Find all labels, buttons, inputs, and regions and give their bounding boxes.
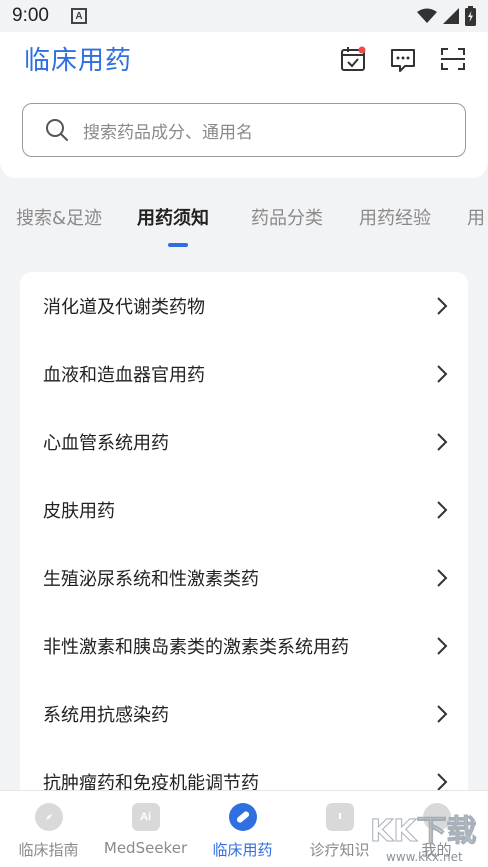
watermark-text: KK下载	[370, 814, 477, 849]
wifi-icon	[417, 8, 437, 23]
scan-icon[interactable]	[438, 44, 468, 74]
search-icon	[46, 119, 68, 141]
message-icon[interactable]	[388, 44, 418, 74]
header: 临床用药 搜索药品成分、通用名	[0, 32, 488, 178]
nav-label: MedSeeker	[103, 839, 188, 857]
status-bar: 9:00 A	[0, 0, 488, 32]
list-item-label: 消化道及代谢类药物	[43, 297, 205, 318]
list-item-label: 心血管系统用药	[43, 433, 169, 454]
chevron-right-icon	[437, 637, 448, 655]
list-item-label: 系统用抗感染药	[43, 705, 169, 726]
nav-medseeker[interactable]: Ai MedSeeker	[97, 791, 194, 867]
nav-label: 临床指南	[18, 841, 79, 859]
cell-signal-icon	[443, 8, 459, 24]
list-item[interactable]: 系统用抗感染药	[20, 680, 468, 748]
category-tabs: 搜索&足迹 用药须知 药品分类 用药经验 用	[0, 192, 488, 252]
status-time: 9:00	[12, 5, 49, 26]
notification-a-icon: A	[70, 8, 87, 24]
list-item[interactable]: 皮肤用药	[20, 476, 468, 544]
tab-more[interactable]: 用	[467, 204, 485, 230]
nav-label: 临床用药	[212, 841, 273, 859]
search-placeholder: 搜索药品成分、通用名	[83, 122, 253, 143]
list-item-label: 非性激素和胰岛素类的激素类系统用药	[43, 637, 349, 658]
list-item[interactable]: 血液和造血器官用药	[20, 340, 468, 408]
watermark-url: www.kkx.net	[386, 850, 463, 864]
chevron-right-icon	[437, 365, 448, 383]
app-logo: 临床用药	[24, 46, 133, 76]
list-item[interactable]: 非性激素和胰岛素类的激素类系统用药	[20, 612, 468, 680]
chevron-right-icon	[437, 433, 448, 451]
kkx-watermark-logo: KK下载 www.kkx.net	[370, 814, 478, 865]
tab-medication-notes[interactable]: 用药须知	[137, 204, 209, 230]
nav-clinical-medication[interactable]: 临床用药	[194, 791, 291, 867]
search-input[interactable]: 搜索药品成分、通用名	[22, 103, 466, 157]
tab-drug-classification[interactable]: 药品分类	[251, 204, 323, 230]
chevron-right-icon	[437, 297, 448, 315]
battery-icon	[465, 6, 476, 26]
book-icon	[325, 803, 354, 831]
ai-icon: Ai	[131, 803, 160, 831]
list-item[interactable]: 消化道及代谢类药物	[20, 272, 468, 340]
list-item[interactable]: 心血管系统用药	[20, 408, 468, 476]
calendar-check-icon[interactable]	[338, 44, 368, 74]
list-item-label: 皮肤用药	[43, 501, 115, 522]
list-item-label: 生殖泌尿系统和性激素类药	[43, 569, 259, 590]
chevron-right-icon	[437, 501, 448, 519]
category-list: 消化道及代谢类药物 血液和造血器官用药 心血管系统用药 皮肤用药 生殖泌尿系统和…	[20, 272, 468, 812]
status-icons	[417, 6, 476, 26]
chevron-right-icon	[437, 773, 448, 791]
list-item[interactable]: 生殖泌尿系统和性激素类药	[20, 544, 468, 612]
active-tab-indicator	[168, 243, 188, 247]
tab-medication-experience[interactable]: 用药经验	[359, 204, 431, 230]
list-item-label: 血液和造血器官用药	[43, 365, 205, 386]
nav-clinical-guide[interactable]: 临床指南	[0, 791, 97, 867]
tab-search-history[interactable]: 搜索&足迹	[16, 204, 102, 230]
compass-icon	[34, 803, 63, 831]
chevron-right-icon	[437, 705, 448, 723]
chevron-right-icon	[437, 569, 448, 587]
pill-icon	[228, 803, 257, 831]
nav-label: 诊疗知识	[309, 841, 370, 859]
